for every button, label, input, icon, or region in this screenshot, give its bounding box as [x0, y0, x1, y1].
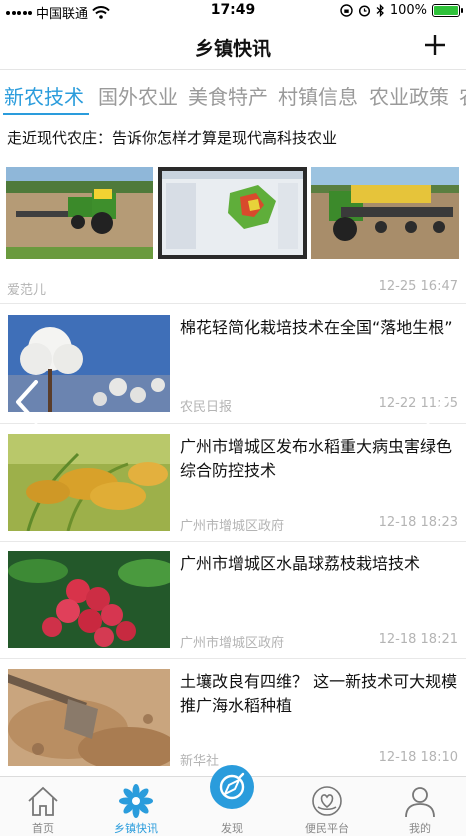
- article-time: 12-18 18:10: [378, 750, 458, 765]
- divider: [0, 303, 466, 304]
- tabbar-label: 首页: [32, 822, 54, 835]
- feature-image-monitor: [158, 167, 307, 259]
- discover-button[interactable]: [210, 765, 254, 809]
- article-source: 广州市增城区政府: [180, 519, 285, 534]
- tabbar-news[interactable]: 乡镇快讯: [96, 777, 176, 836]
- flower-icon: [119, 784, 153, 818]
- battery-icon: [432, 4, 463, 17]
- article-title: 广州市增城区水晶球荔枝栽培技术: [180, 554, 421, 573]
- nav-bar: 乡镇快讯: [0, 22, 466, 70]
- feature-image-tractor: [6, 167, 153, 259]
- category-tabs: 新农技术 国外农业 美食特产 村镇信息 农业政策 农: [0, 71, 466, 117]
- feature-source: 爱范儿: [7, 283, 47, 298]
- article-time: 12-18 18:23: [378, 515, 458, 530]
- divider: [0, 541, 466, 542]
- article-source: 广州市增城区政府: [180, 636, 285, 651]
- feature-image-planter: [311, 167, 459, 259]
- article-thumb-lychee: [8, 551, 170, 648]
- tabbar-label: 便民平台: [305, 822, 349, 835]
- chevron-left-icon[interactable]: [12, 380, 42, 424]
- chevron-right-icon[interactable]: [422, 380, 452, 424]
- article-source: 农民日报: [180, 400, 233, 415]
- tabbar-label: 我的: [409, 822, 431, 835]
- feature-time: 12-25 16:47: [378, 279, 458, 294]
- divider: [0, 423, 466, 424]
- feature-title: 走近现代农庄：告诉你怎样才算是现代高科技农业: [7, 129, 338, 147]
- article-thumb-rice: [8, 434, 170, 531]
- article-title: 棉花轻简化栽培技术在全国“落地生根”: [180, 318, 453, 337]
- article-thumb-soil: [8, 669, 170, 766]
- tabbar-label: 发现: [221, 822, 243, 835]
- tab-food-specialties[interactable]: 美食特产: [188, 81, 268, 110]
- tabbar-services[interactable]: 便民平台: [287, 777, 367, 836]
- tabbar-label: 乡镇快讯: [114, 822, 158, 835]
- article-time: 12-18 18:21: [378, 632, 458, 647]
- tabbar-home[interactable]: 首页: [3, 777, 83, 836]
- bluetooth-icon: [376, 4, 384, 17]
- tab-foreign-agriculture[interactable]: 国外农业: [98, 81, 178, 110]
- page-title: 乡镇快讯: [194, 38, 271, 60]
- person-icon: [405, 787, 435, 818]
- tab-agri-policy[interactable]: 农业政策: [369, 81, 449, 110]
- plus-icon[interactable]: [422, 32, 448, 58]
- tab-new-tech[interactable]: 新农技术: [4, 81, 84, 110]
- status-bar: 中国联通 17:49 100%: [0, 0, 466, 22]
- heart-hand-icon: [312, 786, 342, 816]
- article-title: 土壤改良有四维？ 这一新技术可大规模推广海水稻种植: [180, 672, 458, 715]
- tabbar-me[interactable]: 我的: [380, 777, 460, 836]
- home-icon: [28, 786, 58, 816]
- divider: [0, 658, 466, 659]
- rotation-lock-icon: [340, 4, 353, 17]
- tab-indicator: [3, 113, 89, 115]
- battery-percent: 100%: [389, 3, 427, 18]
- alarm-icon: [358, 5, 370, 17]
- tab-agriculture[interactable]: 农: [459, 81, 466, 110]
- article-title: 广州市增城区发布水稻重大病虫害绿色综合防控技术: [180, 437, 453, 480]
- compass-icon: [219, 772, 245, 800]
- tab-village-info[interactable]: 村镇信息: [278, 81, 358, 110]
- status-right: 100%: [340, 3, 463, 18]
